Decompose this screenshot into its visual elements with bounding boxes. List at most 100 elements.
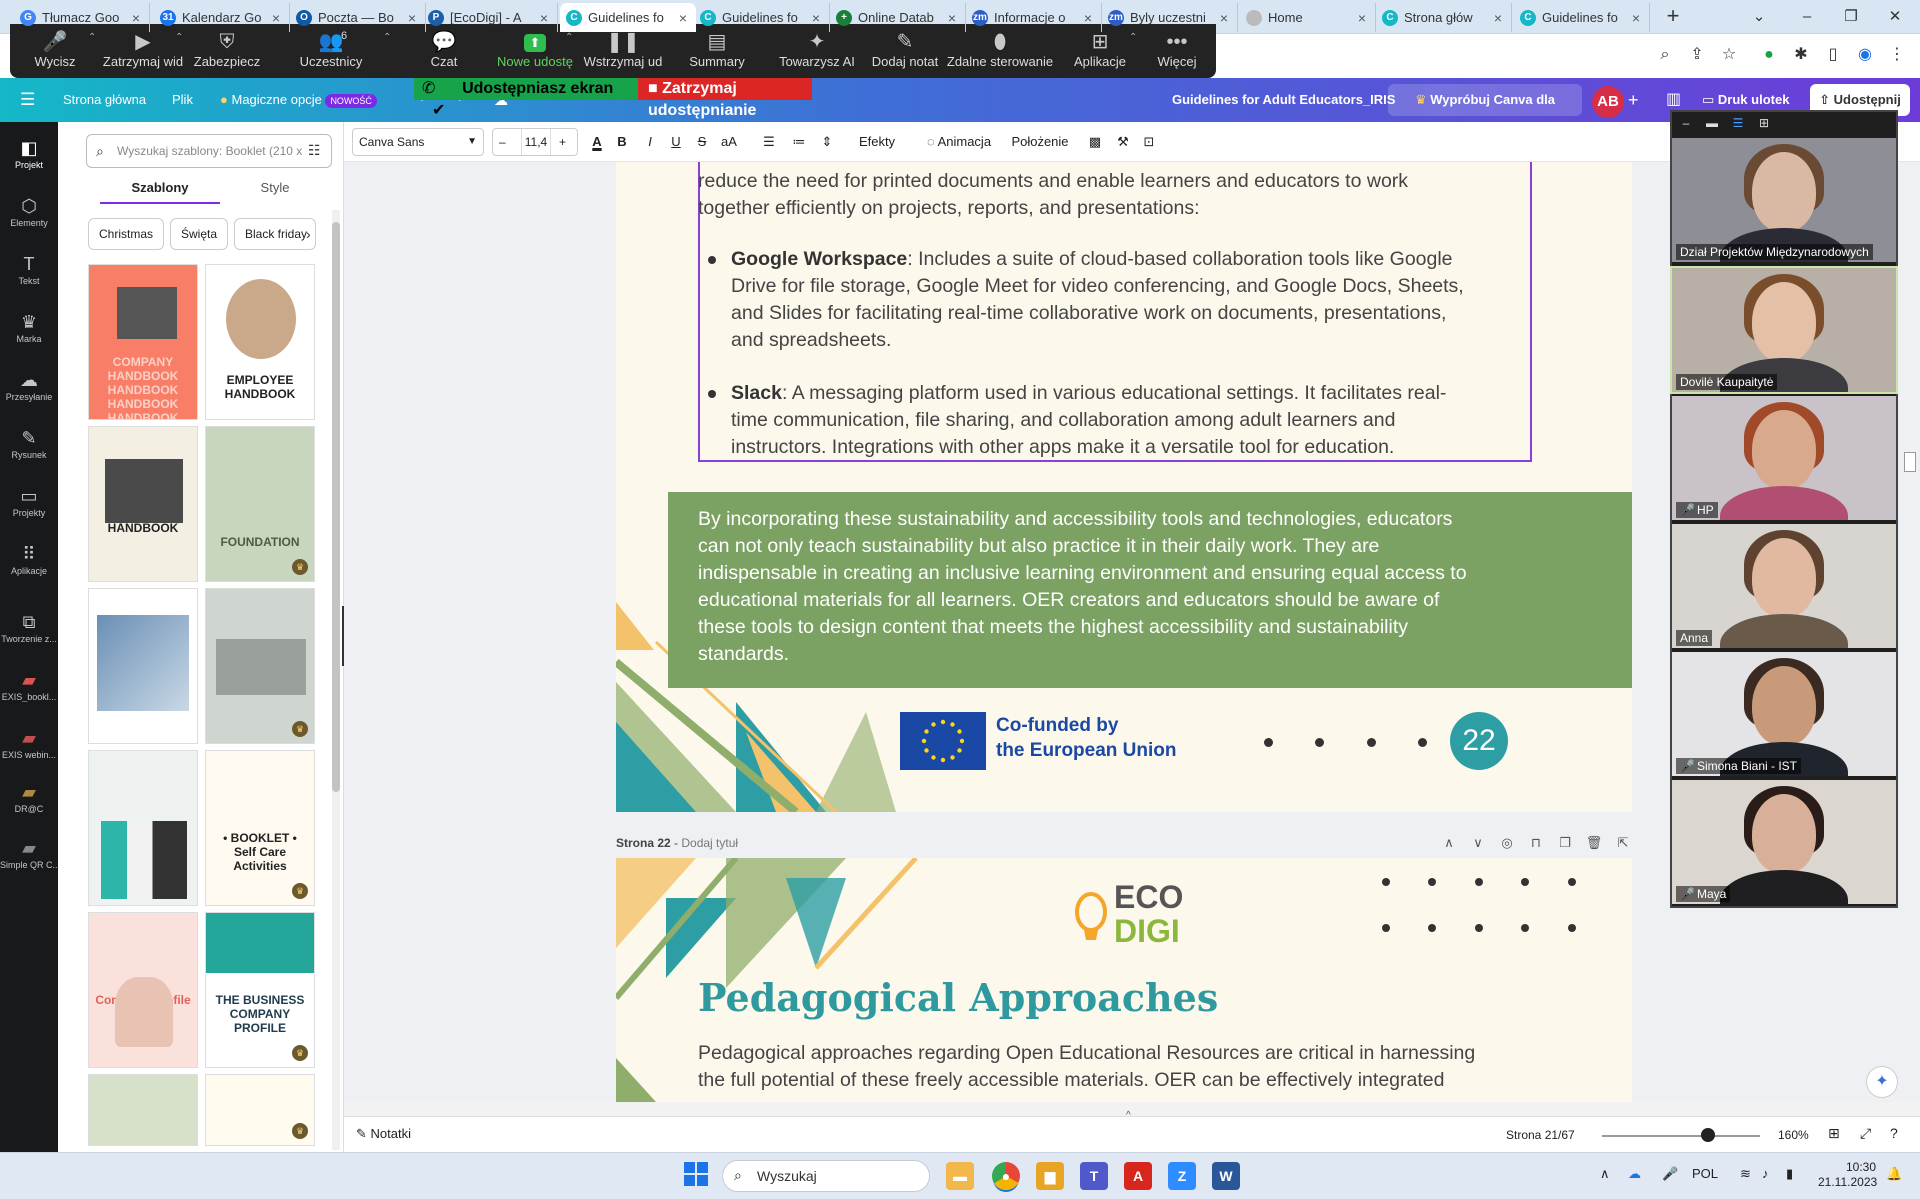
- zoom-shield-button[interactable]: ⛨ Zabezpiecz: [182, 30, 272, 76]
- strikethrough-icon[interactable]: S: [692, 128, 712, 156]
- onedrive-icon[interactable]: ☁: [1628, 1166, 1641, 1182]
- filter-icon[interactable]: ☷: [308, 142, 321, 159]
- close-window-icon[interactable]: ✕: [1878, 4, 1912, 30]
- browser-tab[interactable]: C Guidelines fo ×: [560, 3, 696, 32]
- line-spacing-icon[interactable]: ⇕: [814, 128, 840, 156]
- browser-tab[interactable]: G Tłumacz Goo ×: [14, 3, 150, 32]
- zoom-microphone-button[interactable]: 🎤 Wycisz: [10, 30, 100, 76]
- gallery-strip-icon[interactable]: ▬: [1704, 116, 1720, 130]
- wifi-icon[interactable]: ≋: [1740, 1166, 1751, 1182]
- file-explorer-icon[interactable]: ▬: [946, 1162, 974, 1190]
- zoom-level[interactable]: 160%: [1778, 1128, 1809, 1142]
- template-thumbnail[interactable]: COMPANY♛: [205, 1074, 315, 1146]
- chrome-icon[interactable]: ●: [992, 1162, 1020, 1190]
- extensions-icon[interactable]: ✱: [1790, 44, 1812, 66]
- panel-scroll-thumb[interactable]: [332, 222, 340, 792]
- page-22-body[interactable]: Pedagogical approaches regarding Open Ed…: [698, 1040, 1538, 1094]
- zoom-more-button[interactable]: ••• Więcej: [1132, 30, 1222, 76]
- language-indicator[interactable]: POL: [1692, 1166, 1718, 1181]
- gallery-speaker-icon[interactable]: ☰: [1730, 116, 1746, 130]
- zoom-slider[interactable]: [1602, 1135, 1760, 1137]
- hide-page-icon[interactable]: ◎: [1498, 834, 1516, 852]
- document-title[interactable]: Guidelines for Adult Educators_IRIS: [1172, 78, 1395, 122]
- template-thumbnail[interactable]: • BOOKLET • Self Care Activities ♛: [205, 750, 315, 906]
- font-family-select[interactable]: Canva Sans ▼: [352, 128, 484, 156]
- gallery-minimize-icon[interactable]: –: [1678, 116, 1694, 130]
- transparency-icon[interactable]: ▩: [1084, 128, 1106, 156]
- zoom-slider-thumb[interactable]: [1700, 1128, 1715, 1142]
- zoom-chat-button[interactable]: 💬 Czat: [399, 30, 489, 76]
- page-22-label[interactable]: Strona 22 - Dodaj tytuł: [616, 836, 738, 850]
- participant-video-tile[interactable]: Dział Projektów Międzynarodowych: [1672, 138, 1896, 262]
- fullscreen-icon[interactable]: ⤢: [1860, 1125, 1871, 1142]
- browser-tab[interactable]: zm Byly uczestni ×: [1102, 3, 1238, 32]
- template-thumbnail[interactable]: THE BUSINESS COMPANY PROFILE ♛: [205, 912, 315, 1068]
- chevron-right-icon[interactable]: ›: [306, 226, 311, 242]
- rail-item[interactable]: ▰ Simple QR C...: [0, 836, 58, 870]
- try-teams-button[interactable]: ♛ Wypróbuj Canva dla zespołów: [1388, 84, 1582, 139]
- tab-close-icon[interactable]: ×: [269, 10, 283, 26]
- green-summary-box[interactable]: By incorporating these sustainability an…: [668, 492, 1632, 688]
- font-size-decrease[interactable]: –: [499, 129, 506, 155]
- home-link[interactable]: Strona główna: [63, 78, 146, 122]
- effects-button[interactable]: Efekty: [852, 128, 902, 156]
- position-button[interactable]: Położenie: [1010, 128, 1070, 156]
- browser-tab[interactable]: C Guidelines fo ×: [1514, 3, 1650, 32]
- sidepanel-icon[interactable]: ▯: [1822, 44, 1844, 66]
- right-edge-handle[interactable]: [1904, 452, 1916, 472]
- notes-button[interactable]: ✎ Notatki: [356, 1126, 411, 1142]
- zoom-summary-button[interactable]: ▤ Summary: [672, 30, 762, 76]
- rail-item[interactable]: ⬡ Elementy: [0, 194, 58, 228]
- lock-page-icon[interactable]: ⊓: [1527, 834, 1545, 852]
- zoom-icon[interactable]: Z: [1168, 1162, 1196, 1190]
- chip-black-friday[interactable]: Black friday: [234, 218, 316, 250]
- text-color-icon[interactable]: A: [586, 128, 608, 156]
- acrobat-icon[interactable]: A: [1124, 1162, 1152, 1190]
- bookmark-star-icon[interactable]: ☆: [1718, 44, 1740, 66]
- notification-bell-icon[interactable]: 🔔: [1886, 1166, 1902, 1182]
- template-thumbnail[interactable]: FOUNDATION ♛: [205, 426, 315, 582]
- browser-tab[interactable]: + Online Datab ×: [830, 3, 966, 32]
- tab-templates[interactable]: Szablony: [100, 180, 220, 204]
- italic-icon[interactable]: I: [640, 128, 660, 156]
- tab-close-icon[interactable]: ×: [537, 10, 551, 26]
- rail-item[interactable]: ▰ DR@C: [0, 780, 58, 814]
- participant-video-tile[interactable]: 🎤 HP: [1672, 396, 1896, 520]
- browser-tab[interactable]: 31 Kalendarz Go ×: [154, 3, 290, 32]
- chip-christmas[interactable]: Christmas: [88, 218, 165, 250]
- help-icon[interactable]: ?: [1890, 1125, 1898, 1141]
- tab-close-icon[interactable]: ×: [1491, 10, 1505, 26]
- participant-video-tile[interactable]: Anna: [1672, 524, 1896, 648]
- rail-item[interactable]: ☁ Przesyłanie: [0, 368, 58, 402]
- word-icon[interactable]: W: [1212, 1162, 1240, 1190]
- duplicate-page-icon[interactable]: ❐: [1556, 834, 1574, 852]
- font-size-increase[interactable]: +: [559, 129, 566, 155]
- share-page-icon[interactable]: ⇪: [1686, 44, 1708, 66]
- template-thumbnail[interactable]: Employee Handbook: [88, 750, 198, 906]
- profile-icon[interactable]: ◉: [1854, 44, 1876, 66]
- bold-icon[interactable]: B: [612, 128, 632, 156]
- template-thumbnail[interactable]: Company Profile: [88, 912, 198, 1068]
- folder-icon[interactable]: ▆: [1036, 1162, 1064, 1190]
- tab-close-icon[interactable]: ×: [129, 10, 143, 26]
- teams-icon[interactable]: T: [1080, 1162, 1108, 1190]
- video-options-caret-icon[interactable]: ⌃: [175, 32, 183, 43]
- template-search-input[interactable]: Wyszukaj szablony: Booklet (210 x: [86, 134, 332, 168]
- tab-close-icon[interactable]: ×: [676, 10, 690, 26]
- taskbar-search-input[interactable]: Wyszukaj: [722, 1160, 930, 1192]
- participant-video-tile[interactable]: Dovilė Kaupaitytė: [1670, 266, 1898, 394]
- start-button[interactable]: [682, 1160, 710, 1188]
- volume-icon[interactable]: ♪: [1762, 1166, 1769, 1181]
- tab-close-icon[interactable]: ×: [1217, 10, 1231, 26]
- zoom-mouse-button[interactable]: ⬮ Zdalne sterowanie: [940, 30, 1060, 76]
- participants-options-caret-icon[interactable]: ⌃: [383, 32, 391, 43]
- tray-mic-icon[interactable]: 🎤: [1662, 1166, 1678, 1182]
- rail-item[interactable]: ▰ EXIS webin...: [0, 726, 58, 760]
- rail-item[interactable]: ▰ EXIS_bookl...: [0, 668, 58, 702]
- avatar[interactable]: AB: [1592, 86, 1624, 118]
- page-up-icon[interactable]: ∧: [1440, 834, 1458, 852]
- browser-tab[interactable]: Home ×: [1240, 3, 1376, 32]
- grammarly-icon[interactable]: ●: [1758, 44, 1780, 66]
- add-title-link[interactable]: Dodaj tytuł: [681, 836, 738, 850]
- template-thumbnail[interactable]: EMPLOYEE HANDBOOK: [88, 426, 198, 582]
